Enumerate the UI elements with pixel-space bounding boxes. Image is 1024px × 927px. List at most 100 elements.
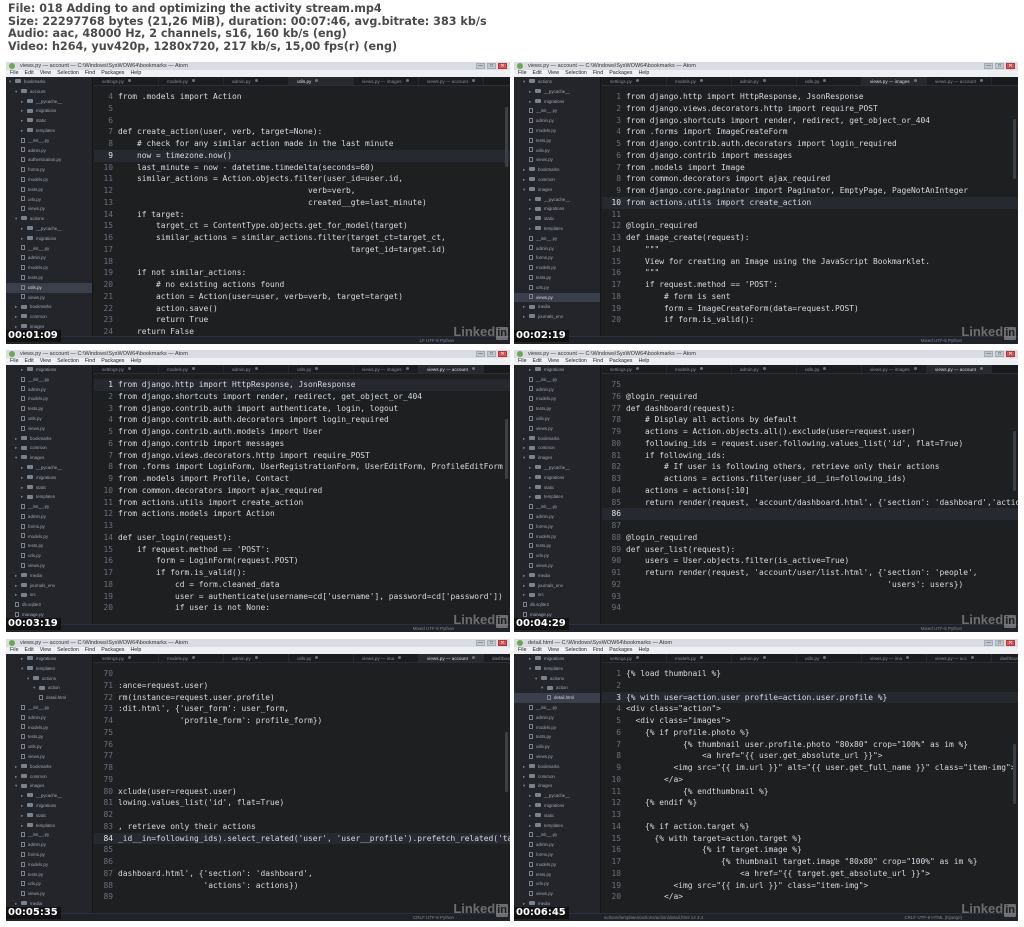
- tab-close-icon[interactable]: [635, 367, 639, 370]
- tree-item[interactable]: ▸ bookmarks: [514, 434, 600, 444]
- tree-item[interactable]: ▸ bookmarks: [514, 762, 600, 772]
- tree-item[interactable]: ▸ migrations: [6, 654, 92, 664]
- tree-item[interactable]: ▸ static: [6, 116, 92, 126]
- tree-item[interactable]: ▸ migrations: [514, 654, 600, 664]
- tab-close-icon[interactable]: [699, 79, 703, 82]
- tree-item[interactable]: ▾ images: [514, 781, 600, 791]
- tree-item[interactable]: __init__.py: [6, 244, 92, 254]
- menu-item-packages[interactable]: Packages: [609, 70, 632, 76]
- tree-item[interactable]: ▸ static: [514, 214, 600, 224]
- editor-scrollbar[interactable]: [505, 732, 508, 792]
- tree-item[interactable]: admin.py: [514, 512, 600, 522]
- tree-item[interactable]: ▸ migrations: [514, 473, 600, 483]
- tree-item[interactable]: tests.py: [514, 404, 600, 414]
- tree-item[interactable]: ▸ migrations: [6, 106, 92, 116]
- code-editor[interactable]: 4 from .models import Action 5 6 7 def create…: [94, 87, 510, 336]
- menu-item-file[interactable]: File: [518, 358, 527, 364]
- tree-item[interactable]: detail.html: [514, 693, 600, 703]
- editor-tab[interactable]: models.py: [667, 77, 732, 85]
- tree-item[interactable]: models.py: [6, 394, 92, 404]
- close-button[interactable]: ✕: [1006, 63, 1015, 69]
- menu-item-file[interactable]: File: [10, 358, 19, 364]
- tree-item[interactable]: ▸ common: [6, 772, 92, 782]
- editor-tab[interactable]: utils.py: [797, 77, 862, 85]
- tree-item[interactable]: forms.py: [6, 522, 92, 532]
- tree-item[interactable]: tests.py: [6, 541, 92, 551]
- tree-item[interactable]: db.sqlite3: [514, 600, 600, 610]
- tab-close-icon[interactable]: [762, 656, 766, 659]
- tab-close-icon[interactable]: [635, 656, 639, 659]
- tree-item[interactable]: authentication.py: [6, 155, 92, 165]
- editor-tab[interactable]: models.py: [667, 654, 732, 662]
- tree-item[interactable]: ▸ bookmarks: [6, 762, 92, 772]
- tree-item[interactable]: __init__.py: [514, 703, 600, 713]
- tree-item[interactable]: utils.py: [514, 146, 600, 156]
- editor-tab[interactable]: settings.py: [94, 77, 159, 85]
- tree-item[interactable]: ▸ src: [514, 590, 600, 600]
- menu-item-find[interactable]: Find: [593, 358, 603, 364]
- editor-tab[interactable]: views.py — images: [354, 365, 419, 373]
- tab-close-icon[interactable]: [906, 656, 910, 659]
- editor-scrollbar[interactable]: [505, 419, 508, 479]
- menu-item-packages[interactable]: Packages: [101, 647, 124, 653]
- tree-item[interactable]: ▸ journals_env: [514, 581, 600, 591]
- editor-tab[interactable]: views.py — account: [927, 365, 992, 373]
- tree-item[interactable]: ▸ common: [514, 175, 600, 185]
- editor-tab[interactable]: admin.py: [224, 365, 289, 373]
- menu-item-find[interactable]: Find: [593, 70, 603, 76]
- tab-close-icon[interactable]: [405, 79, 409, 82]
- tree-item[interactable]: __init__.py: [6, 830, 92, 840]
- editor-tab[interactable]: dashboard.html: [992, 654, 1018, 662]
- editor-tab[interactable]: views.py — account: [419, 77, 484, 85]
- tab-close-icon[interactable]: [254, 367, 258, 370]
- tab-close-icon[interactable]: [699, 367, 703, 370]
- menu-item-packages[interactable]: Packages: [609, 647, 632, 653]
- tree-item[interactable]: utils.py: [514, 742, 600, 752]
- tree-item[interactable]: ▾ actions: [6, 214, 92, 224]
- tree-item[interactable]: ▸ migrations: [6, 234, 92, 244]
- tree-item[interactable]: admin.py: [6, 512, 92, 522]
- menu-item-view[interactable]: View: [548, 647, 559, 653]
- close-button[interactable]: ✕: [498, 63, 507, 69]
- tree-item[interactable]: __init__.py: [514, 375, 600, 385]
- menu-item-packages[interactable]: Packages: [101, 358, 124, 364]
- tree-item[interactable]: tests.py: [514, 136, 600, 146]
- tab-close-icon[interactable]: [127, 656, 131, 659]
- tree-item[interactable]: urls.py: [514, 879, 600, 889]
- tree-item[interactable]: urls.py: [514, 551, 600, 561]
- tree-item[interactable]: models.py: [6, 175, 92, 185]
- tree-item[interactable]: utils.py: [6, 742, 92, 752]
- tab-close-icon[interactable]: [405, 367, 409, 370]
- tree-item[interactable]: tests.py: [514, 273, 600, 283]
- tab-close-icon[interactable]: [398, 656, 402, 659]
- tab-close-icon[interactable]: [471, 367, 475, 370]
- tree-item[interactable]: tests.py: [514, 870, 600, 880]
- tree-item[interactable]: ▸ journals_env: [514, 312, 600, 322]
- minimize-button[interactable]: —: [476, 63, 485, 69]
- tree-item[interactable]: views.py: [6, 204, 92, 214]
- tree-item[interactable]: admin.py: [6, 713, 92, 723]
- tree-item[interactable]: models.py: [514, 723, 600, 733]
- tree-item[interactable]: admin.py: [514, 385, 600, 395]
- tree-item[interactable]: tests.py: [6, 273, 92, 283]
- tree-item[interactable]: admin.py: [514, 840, 600, 850]
- editor-tab[interactable]: utils.py: [797, 365, 862, 373]
- tree-item[interactable]: forms.py: [514, 253, 600, 263]
- editor-tab[interactable]: settings.py: [94, 654, 159, 662]
- tree-item[interactable]: views.py: [514, 561, 600, 571]
- tree-item[interactable]: __init__.py: [514, 502, 600, 512]
- tree-item[interactable]: models.py: [514, 532, 600, 542]
- tree-item[interactable]: admin.py: [6, 840, 92, 850]
- tree-item[interactable]: ▸ templates: [514, 821, 600, 831]
- tab-close-icon[interactable]: [315, 367, 319, 370]
- menu-item-selection[interactable]: Selection: [57, 647, 79, 653]
- tree-item[interactable]: __init__.py: [514, 106, 600, 116]
- menu-item-selection[interactable]: Selection: [565, 70, 587, 76]
- editor-tab[interactable]: views.py — images: [862, 77, 927, 85]
- tree-item[interactable]: urls.py: [514, 283, 600, 293]
- minimize-button[interactable]: —: [984, 351, 993, 357]
- editor-scrollbar[interactable]: [1013, 744, 1016, 804]
- tree-item[interactable]: forms.py: [514, 522, 600, 532]
- tree-item[interactable]: ▾ actions: [514, 77, 600, 87]
- tree-item[interactable]: __init__.py: [514, 234, 600, 244]
